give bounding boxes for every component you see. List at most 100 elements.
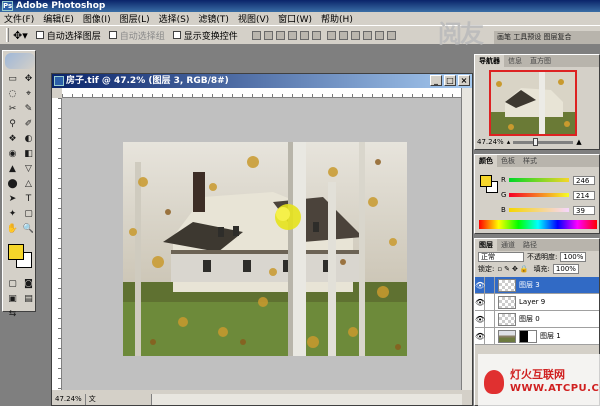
tab-color[interactable]: 颜色 — [475, 155, 497, 167]
layer-row-layer3[interactable]: 👁 图层 3 — [475, 276, 599, 294]
shape-tool-icon[interactable]: ✦ — [6, 208, 19, 221]
layer-name[interactable]: 图层 3 — [519, 280, 540, 290]
zoom-slider-handle[interactable] — [533, 137, 539, 146]
menu-image[interactable]: 图像(I) — [83, 12, 111, 25]
tab-navigator[interactable]: 导航器 — [475, 55, 504, 67]
red-channel-value[interactable]: 246 — [573, 175, 595, 185]
align-vcenter-icon[interactable] — [263, 30, 273, 40]
brush-link-icon[interactable] — [485, 293, 495, 311]
menu-file[interactable]: 文件(F) — [4, 12, 34, 25]
lasso-tool-icon[interactable]: ◌ — [6, 88, 19, 101]
zoom-in-icon[interactable]: ▲ — [576, 138, 581, 146]
green-channel-value[interactable]: 214 — [573, 190, 595, 200]
align-bottom-icon[interactable] — [275, 30, 285, 40]
type-tool-icon[interactable]: T — [22, 193, 35, 206]
canvas-area[interactable] — [62, 98, 462, 390]
tab-paths[interactable]: 路径 — [519, 239, 541, 251]
show-transform-checkbox[interactable]: 显示变换控件 — [172, 29, 238, 42]
blue-channel-value[interactable]: 39 — [573, 205, 595, 215]
tab-swatches[interactable]: 色板 — [497, 155, 519, 167]
marquee-tool-icon[interactable]: ▭ — [6, 73, 19, 86]
move-tool-icon[interactable]: ✥▾ — [13, 29, 28, 42]
screen-mode-standard-icon[interactable]: ▣ — [6, 293, 19, 306]
distribute-bottom-icon[interactable] — [350, 30, 360, 40]
workspace-tabs[interactable]: 画笔 工具预设 图层复合 — [494, 31, 600, 44]
menu-select[interactable]: 选择(S) — [159, 12, 190, 25]
vertical-scrollbar[interactable] — [461, 88, 472, 390]
tab-layers[interactable]: 图层 — [475, 239, 497, 251]
jump-to-imageready-icon[interactable]: ⇆ — [6, 308, 19, 321]
distribute-left-icon[interactable] — [362, 30, 372, 40]
brush-link-icon[interactable] — [485, 310, 495, 328]
slice-tool-icon[interactable]: ✎ — [22, 103, 35, 116]
auto-select-layer-checkbox[interactable]: 自动选择图层 — [35, 29, 101, 42]
path-select-tool-icon[interactable]: △ — [22, 178, 35, 191]
brush-link-icon[interactable] — [485, 327, 495, 345]
clone-stamp-tool-icon[interactable]: ❖ — [6, 133, 19, 146]
distribute-top-icon[interactable] — [326, 30, 336, 40]
fill-input[interactable]: 100% — [552, 264, 579, 274]
horizontal-scrollbar[interactable] — [152, 394, 462, 405]
layer-row-layer9[interactable]: 👁 Layer 9 — [475, 293, 599, 311]
document-image[interactable] — [123, 142, 407, 356]
crop-tool-icon[interactable]: ✂ — [6, 103, 19, 116]
menu-filter[interactable]: 滤镜(T) — [198, 12, 229, 25]
direct-select-tool-icon[interactable]: ➤ — [6, 193, 19, 206]
hand-tool-icon[interactable]: ✋ — [6, 223, 19, 236]
navigator-thumbnail[interactable] — [489, 70, 577, 136]
menu-window[interactable]: 窗口(W) — [278, 12, 312, 25]
blend-mode-select[interactable]: 正常 — [478, 252, 524, 262]
brush-link-icon[interactable] — [485, 276, 495, 294]
color-foreground-swatch[interactable] — [480, 175, 492, 187]
distribute-right-icon[interactable] — [386, 30, 396, 40]
layer-mask-thumbnail[interactable] — [519, 329, 537, 343]
magic-wand-tool-icon[interactable]: ⌖ — [22, 88, 35, 101]
red-channel-slider[interactable] — [509, 178, 569, 182]
distribute-vcenter-icon[interactable] — [338, 30, 348, 40]
menu-edit[interactable]: 编辑(E) — [43, 12, 74, 25]
layer-name[interactable]: 图层 0 — [519, 314, 540, 324]
maximize-icon[interactable]: □ — [444, 75, 456, 86]
document-title-bar[interactable]: 房子.tif @ 47.2% (图层 3, RGB/8#) _ □ × — [52, 74, 472, 88]
vertical-ruler[interactable] — [52, 98, 62, 390]
close-icon[interactable]: × — [458, 75, 470, 86]
distribute-hcenter-icon[interactable] — [374, 30, 384, 40]
navigator-zoom-value[interactable]: 47.24% — [477, 138, 504, 146]
tab-channels[interactable]: 通道 — [497, 239, 519, 251]
visibility-eye-icon[interactable]: 👁 — [475, 310, 485, 328]
move-tool-icon[interactable]: ✥ — [22, 73, 35, 86]
tab-info[interactable]: 信息 — [504, 55, 526, 67]
eraser-tool-icon[interactable]: ◉ — [6, 148, 19, 161]
minimize-icon[interactable]: _ — [430, 75, 442, 86]
layer-row-layer1[interactable]: 👁 图层 1 — [475, 327, 599, 345]
foreground-color-swatch[interactable] — [8, 244, 24, 260]
layer-name[interactable]: Layer 9 — [519, 298, 545, 306]
doc-info-readout[interactable]: 文档:2.25M/43.1M — [86, 394, 152, 405]
pen-tool-icon[interactable]: ⬤ — [6, 178, 19, 191]
healing-brush-tool-icon[interactable]: ⚲ — [6, 118, 19, 131]
green-channel-slider[interactable] — [509, 193, 569, 197]
visibility-eye-icon[interactable]: 👁 — [475, 327, 485, 345]
align-top-icon[interactable] — [251, 30, 261, 40]
align-left-icon[interactable] — [287, 30, 297, 40]
color-spectrum-bar[interactable] — [479, 220, 597, 229]
align-hcenter-icon[interactable] — [299, 30, 309, 40]
quickmask-mode-icon[interactable]: ◙ — [22, 278, 35, 291]
horizontal-ruler[interactable] — [62, 88, 462, 98]
lock-buttons[interactable]: ▫✎✥🔒 — [497, 265, 530, 273]
history-brush-tool-icon[interactable]: ◐ — [22, 133, 35, 146]
standard-mode-icon[interactable]: ▢ — [6, 278, 19, 291]
layer-row-layer0[interactable]: 👁 图层 0 — [475, 310, 599, 328]
blur-tool-icon[interactable]: ▲ — [6, 163, 19, 176]
tab-styles[interactable]: 样式 — [519, 155, 541, 167]
adobe-feather-icon[interactable] — [5, 53, 35, 69]
auto-select-group-checkbox[interactable]: 自动选择组 — [108, 29, 165, 42]
zoom-readout[interactable]: 47.24% — [52, 394, 86, 405]
layer-name[interactable]: 图层 1 — [540, 331, 561, 341]
gradient-tool-icon[interactable]: ◧ — [22, 148, 35, 161]
brush-tool-icon[interactable]: ✐ — [22, 118, 35, 131]
screen-mode-full-icon[interactable]: ▤ — [22, 293, 35, 306]
menu-layer[interactable]: 图层(L) — [120, 12, 150, 25]
menu-help[interactable]: 帮助(H) — [321, 12, 353, 25]
zoom-tool-icon[interactable]: 🔍 — [22, 223, 35, 236]
